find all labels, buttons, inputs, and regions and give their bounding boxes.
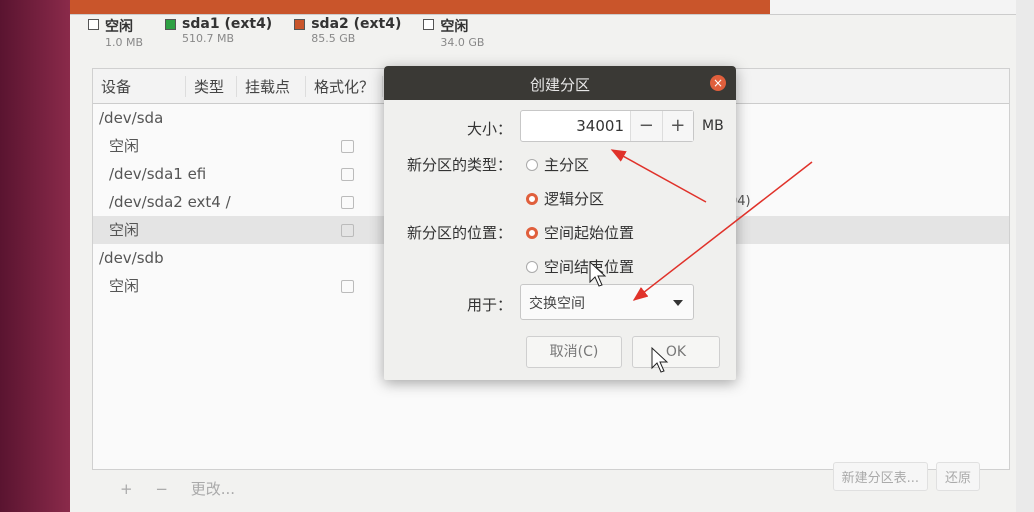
size-unit: MB [702, 118, 724, 134]
table-actions: 新建分区表... 还原 [832, 462, 980, 491]
legend-swatch [294, 19, 306, 30]
radio-checked-icon [526, 226, 538, 239]
legend-swatch [165, 19, 177, 30]
legend-name: sda1 (ext4) [182, 16, 273, 32]
table-toolbar: + − 更改... [120, 478, 253, 499]
format-checkbox[interactable] [341, 140, 354, 153]
legend-item: sda2 (ext4) 85.5 GB [294, 16, 401, 49]
legend-name: 空闲 [440, 19, 469, 35]
dialog-title: 创建分区 [529, 76, 590, 94]
size-label: 大小： [466, 120, 512, 138]
dialog-titlebar: 创建分区 × [384, 66, 736, 100]
radio-checked-icon [526, 192, 538, 205]
legend-item: sda1 (ext4) 510.7 MB [165, 16, 272, 49]
disk-legend: 空闲 1.0 MB sda1 (ext4) 510.7 MB sda2 (ext… [88, 16, 484, 49]
row-label: /dev/sda1 efi [109, 165, 207, 183]
location-end-radio[interactable]: 空间结束位置 [526, 256, 634, 277]
legend-item: 空闲 34.0 GB [423, 16, 484, 49]
column-header-type[interactable]: 类型 [186, 75, 237, 97]
close-icon[interactable]: × [710, 75, 726, 91]
cancel-button[interactable]: 取消(C) [526, 336, 622, 368]
location-start-radio[interactable]: 空间起始位置 [526, 222, 634, 243]
legend-swatch [423, 19, 435, 30]
radio-icon [526, 260, 538, 273]
add-partition-button[interactable]: + [120, 480, 133, 498]
row-label: /dev/sdb [99, 249, 164, 267]
row-label: 空闲 [109, 137, 140, 155]
row-label: /dev/sda [99, 109, 164, 127]
format-checkbox[interactable] [341, 224, 354, 237]
type-logical-radio[interactable]: 逻辑分区 [526, 188, 604, 209]
radio-label: 主分区 [544, 156, 590, 174]
revert-button[interactable]: 还原 [935, 462, 980, 491]
disk-usage-bar [70, 0, 1016, 15]
legend-size: 85.5 GB [311, 32, 356, 45]
create-partition-dialog: 创建分区 × 大小： 34001 − + MB 新分区的类型： 主分区 逻辑分区… [384, 66, 736, 380]
radio-label: 空间结束位置 [544, 258, 635, 276]
legend-size: 1.0 MB [105, 36, 144, 49]
row-label: 空闲 [109, 277, 140, 295]
use-as-dropdown[interactable]: 交换空间 [520, 284, 694, 320]
size-input[interactable]: 34001 [521, 111, 630, 141]
column-header-mount[interactable]: 挂载点 [237, 75, 306, 97]
size-spinbutton[interactable]: 34001 − + [520, 110, 694, 142]
legend-swatch [88, 19, 99, 30]
column-header-format[interactable]: 格式化？ [306, 75, 383, 97]
radio-label: 逻辑分区 [544, 190, 605, 208]
legend-name: 空闲 [105, 19, 133, 35]
row-label: /dev/sda2 ext4 / [109, 193, 231, 211]
format-checkbox[interactable] [341, 168, 354, 181]
partition-location-label: 新分区的位置： [406, 224, 512, 242]
format-checkbox[interactable] [341, 280, 354, 293]
format-checkbox[interactable] [341, 196, 354, 209]
chevron-down-icon [673, 300, 683, 306]
legend-name: sda2 (ext4) [311, 16, 402, 32]
column-header-device[interactable]: 设备 [93, 75, 186, 97]
size-increase-button[interactable]: + [661, 111, 694, 141]
legend-item: 空闲 1.0 MB [88, 16, 143, 49]
partition-type-label: 新分区的类型： [406, 156, 512, 174]
legend-size: 34.0 GB [440, 36, 485, 49]
size-decrease-button[interactable]: − [629, 111, 662, 141]
change-partition-button[interactable]: 更改... [191, 480, 235, 498]
screen-bezel-left [0, 0, 70, 512]
ok-button[interactable]: OK [632, 336, 720, 368]
radio-label: 空间起始位置 [544, 224, 635, 242]
new-partition-table-button[interactable]: 新建分区表... [832, 462, 928, 491]
remove-partition-button[interactable]: − [155, 480, 168, 498]
use-as-label: 用于： [466, 296, 512, 314]
screen-bezel-right [1016, 0, 1034, 512]
disk-usage-fill [70, 0, 770, 14]
use-as-value: 交换空间 [529, 296, 585, 312]
legend-size: 510.7 MB [182, 32, 235, 45]
type-primary-radio[interactable]: 主分区 [526, 154, 589, 175]
row-label: 空闲 [109, 221, 140, 239]
radio-icon [526, 158, 538, 171]
